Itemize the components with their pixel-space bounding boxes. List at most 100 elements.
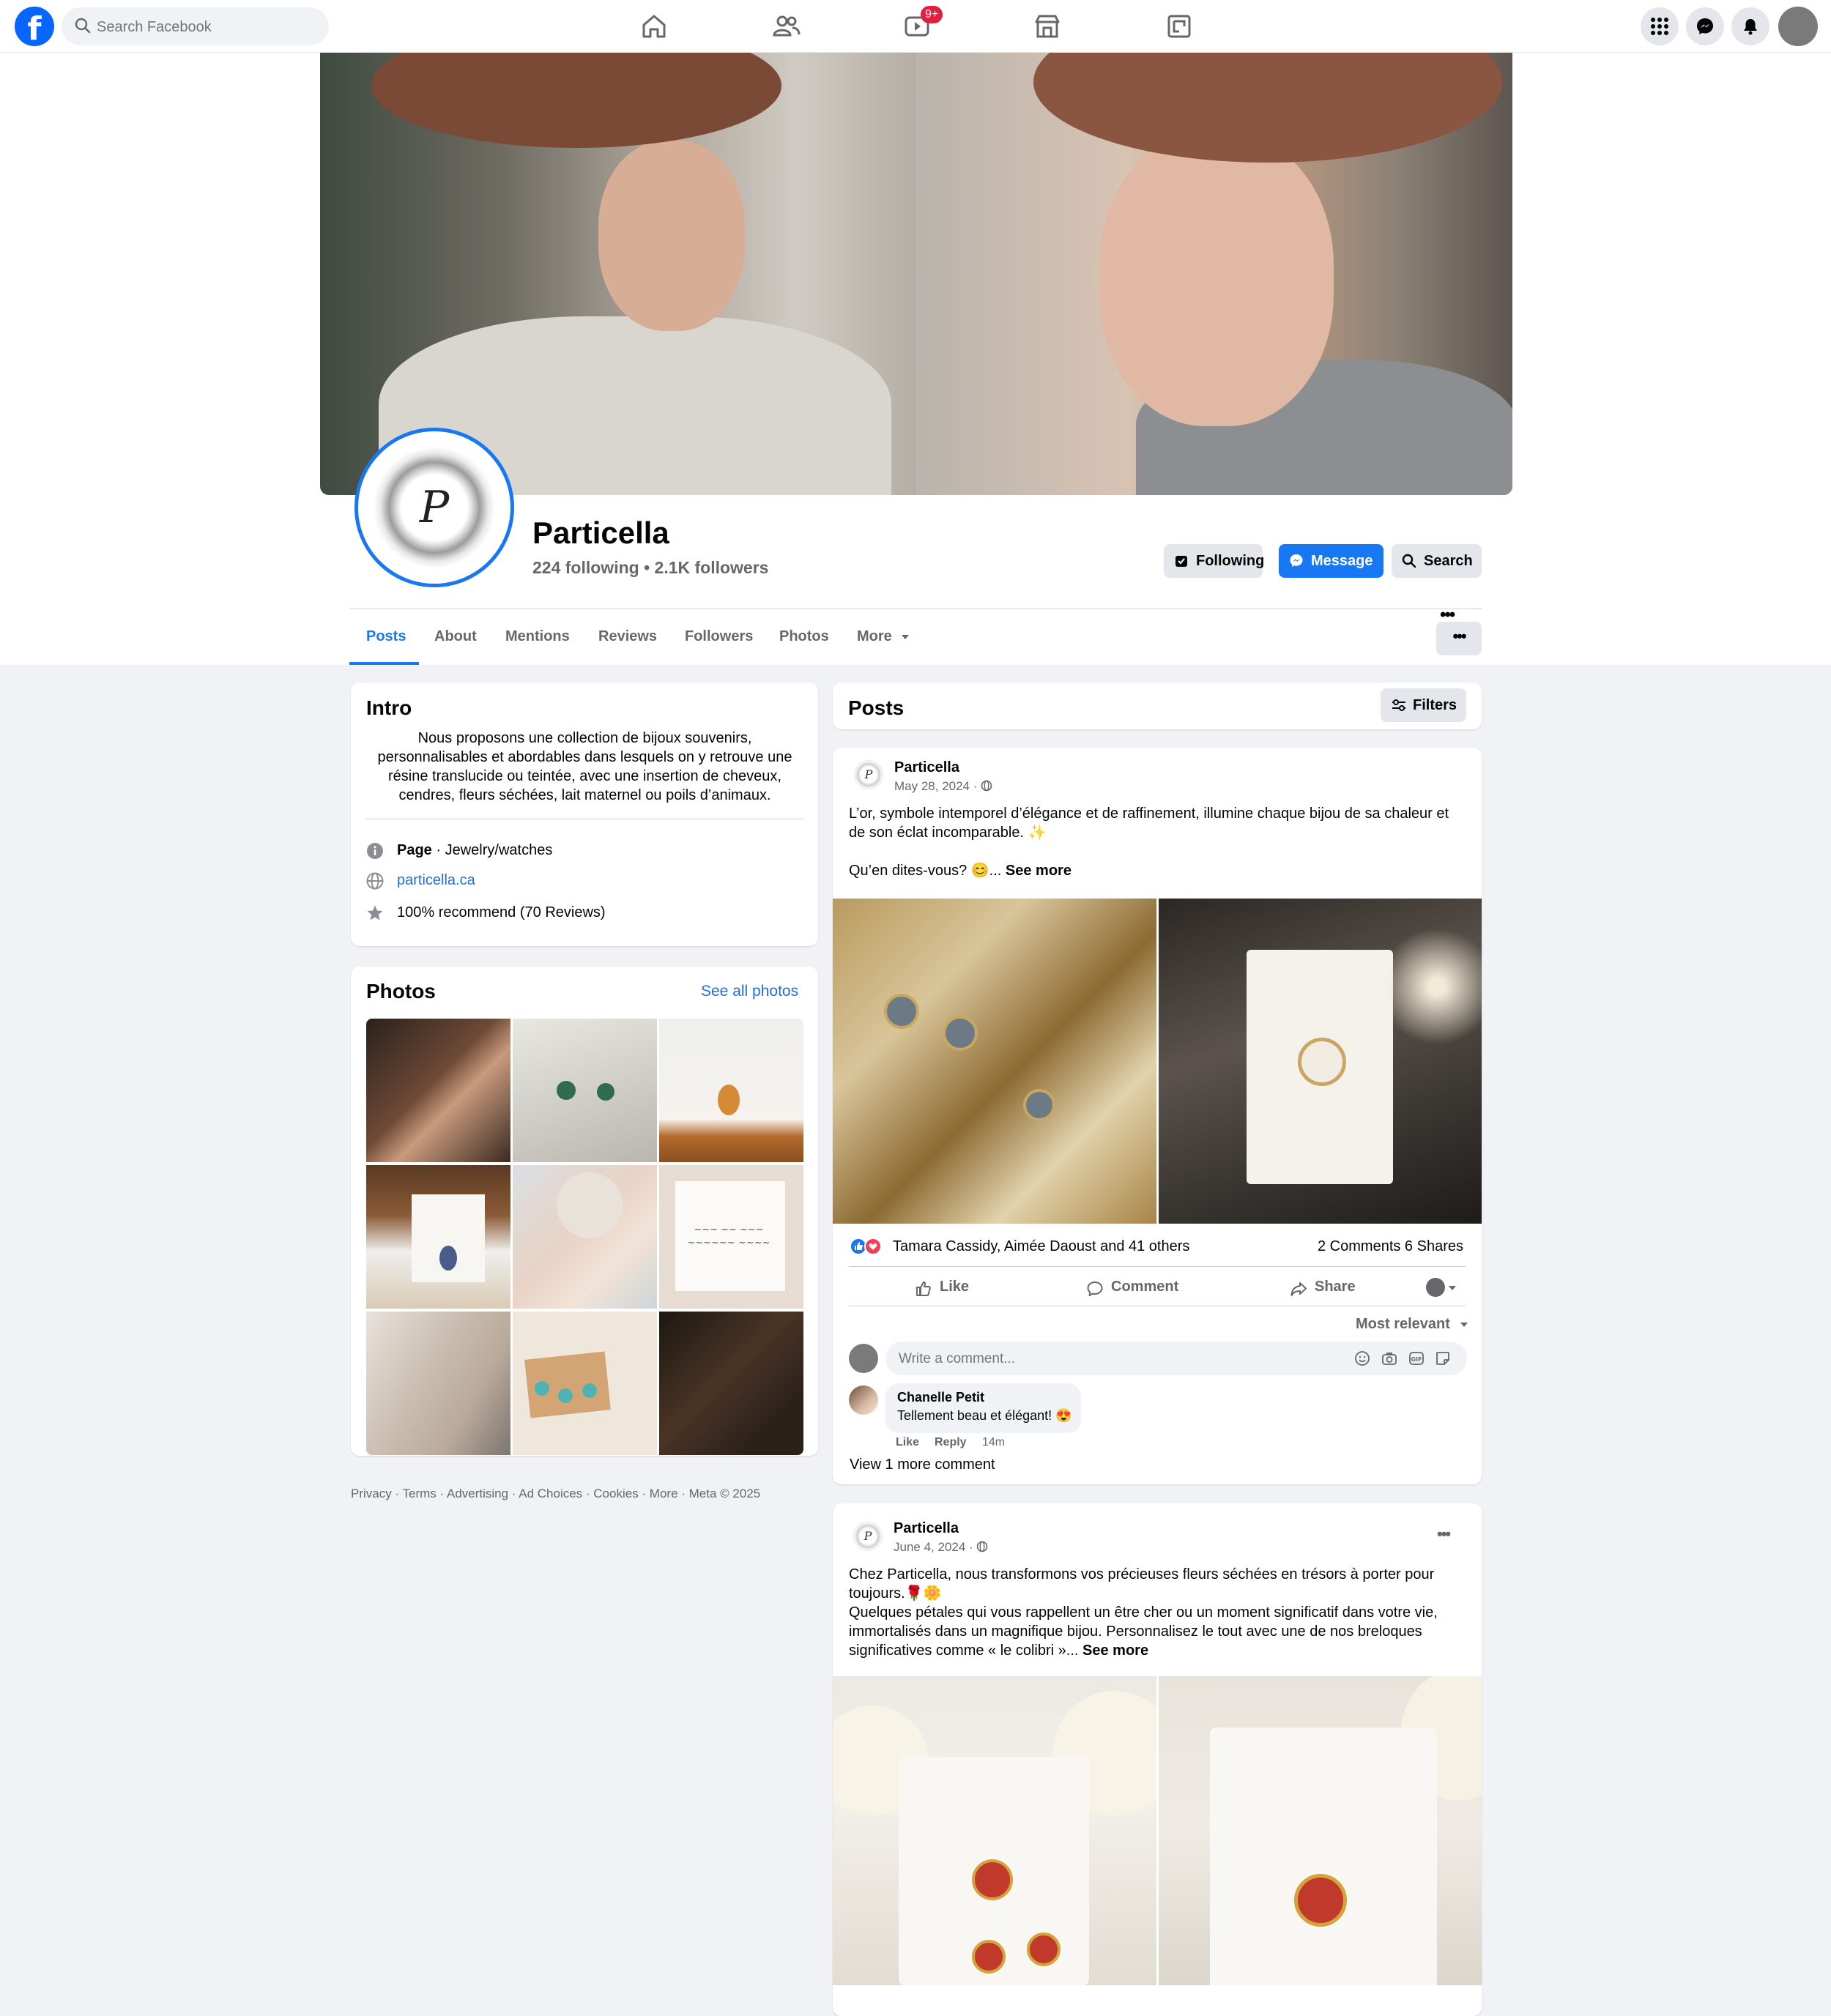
caret-down-icon (902, 635, 910, 639)
website-link[interactable]: particella.ca (397, 869, 475, 891)
post-author-name[interactable]: Particella (894, 1520, 959, 1537)
active-tab-indicator (349, 662, 419, 665)
post-author-name[interactable]: Particella (894, 759, 959, 776)
following-button[interactable]: Following (1164, 544, 1264, 578)
tab-about[interactable]: About (434, 628, 477, 645)
share-arrow-icon (1290, 1282, 1307, 1296)
posts-title: Posts (848, 696, 905, 719)
sticker-icon[interactable] (1435, 1350, 1451, 1366)
intro-title: Intro (366, 696, 412, 719)
cover-photo[interactable] (320, 53, 1512, 495)
emoji-icon[interactable] (1354, 1350, 1370, 1366)
post-options-button[interactable]: ••• (1437, 1525, 1451, 1544)
post-date[interactable]: May 28, 2024 · (894, 779, 992, 794)
page-name: Particella (532, 516, 669, 550)
tab-followers[interactable]: Followers (685, 628, 753, 645)
search-icon (1402, 554, 1416, 568)
camera-icon[interactable] (1381, 1350, 1397, 1366)
photo-thumbnail[interactable] (659, 1312, 803, 1455)
photo-thumbnail[interactable] (659, 1019, 803, 1162)
category-label: Page (397, 842, 432, 858)
post-image[interactable] (833, 1676, 1156, 1985)
tab-more[interactable]: More (857, 628, 910, 645)
search-input[interactable] (95, 7, 318, 47)
svg-text:GIF: GIF (1411, 1356, 1422, 1363)
footer-links[interactable]: Privacy · Terms · Advertising · Ad Choic… (351, 1487, 760, 1501)
photo-thumbnail[interactable] (513, 1165, 657, 1309)
marketplace-icon[interactable] (1031, 10, 1063, 42)
info-icon (367, 843, 383, 859)
avatar (1426, 1278, 1445, 1297)
view-more-comments-link[interactable]: View 1 more comment (850, 1457, 995, 1473)
following-icon (1176, 556, 1187, 567)
photo-grid: ~~~ ~~ ~~~ ~~~~~~ ~~~~ (366, 1019, 803, 1455)
post-author-avatar[interactable]: P (853, 1522, 883, 1551)
particella-logo: P (373, 446, 496, 569)
star-icon (367, 905, 383, 920)
account-avatar[interactable] (1778, 7, 1818, 46)
comment-text: Tellement beau et élégant! 😍 (897, 1408, 1072, 1423)
post-image[interactable] (1159, 1676, 1482, 1985)
comment-box[interactable]: GIF (885, 1342, 1467, 1377)
profile-picture[interactable]: P (354, 428, 514, 587)
see-more-link[interactable]: See more (1006, 863, 1072, 879)
comment-reply-link[interactable]: Reply (935, 1436, 967, 1449)
search-page-button[interactable]: Search (1392, 544, 1482, 578)
photo-thumbnail[interactable] (366, 1312, 510, 1455)
tab-posts[interactable]: Posts (366, 628, 406, 645)
comments-shares-count[interactable]: 2 Comments 6 Shares (1318, 1238, 1463, 1255)
menu-grid-icon[interactable] (1641, 7, 1679, 45)
see-all-photos-link[interactable]: See all photos (701, 983, 798, 1000)
following-count[interactable]: 224 following (532, 558, 639, 577)
search-icon (75, 18, 91, 34)
photo-thumbnail[interactable] (366, 1019, 510, 1162)
photos-title: Photos (366, 980, 436, 1003)
reaction-icons[interactable] (850, 1238, 888, 1255)
followers-count[interactable]: 2.1K followers (655, 558, 769, 577)
home-icon[interactable] (638, 10, 670, 42)
comment-author[interactable]: Chanelle Petit (897, 1390, 984, 1405)
comment-bubble-icon (1087, 1282, 1103, 1296)
reactions-summary[interactable]: Tamara Cassidy, Aimée Daoust and 41 othe… (893, 1238, 1189, 1255)
recommend-text[interactable]: 100% recommend (70 Reviews) (397, 901, 606, 923)
photo-thumbnail[interactable] (366, 1165, 510, 1309)
post-text: L’or, symbole intemporel d’élégance et d… (849, 806, 1449, 879)
gif-icon[interactable]: GIF (1408, 1350, 1425, 1366)
comment-bubble: Chanelle Petit Tellement beau et élégant… (885, 1383, 1081, 1433)
top-navigation-bar: f 9+ (0, 0, 1831, 53)
post-date[interactable]: June 4, 2024 · (894, 1540, 988, 1555)
post-image[interactable] (1159, 899, 1482, 1224)
caret-down-icon (1460, 1323, 1468, 1327)
photo-thumbnail[interactable] (513, 1312, 657, 1455)
commenter-avatar[interactable] (849, 1344, 878, 1373)
public-globe-icon (981, 780, 992, 792)
tab-reviews[interactable]: Reviews (598, 628, 657, 645)
filters-button[interactable]: Filters (1381, 688, 1466, 722)
tab-photos[interactable]: Photos (779, 628, 829, 645)
gaming-icon[interactable] (1163, 10, 1195, 42)
message-button[interactable]: Message (1279, 544, 1384, 578)
page-stats: 224 following • 2.1K followers (532, 558, 769, 577)
comment-time: 14m (982, 1436, 1006, 1448)
facebook-logo-icon[interactable]: f (15, 7, 54, 46)
post-as-selector[interactable] (1426, 1278, 1457, 1297)
comment-sort-dropdown[interactable]: Most relevant (1356, 1316, 1469, 1333)
commenter-avatar[interactable] (849, 1385, 878, 1415)
notifications-bell-icon[interactable] (1731, 7, 1769, 45)
see-more-link[interactable]: See more (1082, 1643, 1148, 1659)
messenger-icon[interactable] (1686, 7, 1724, 45)
photo-thumbnail[interactable] (513, 1019, 657, 1162)
video-notification-badge: 9+ (921, 6, 943, 23)
post-author-avatar[interactable]: P (854, 760, 883, 789)
comment-input[interactable] (897, 1342, 1325, 1377)
page-more-options-button[interactable]: ••• (1436, 622, 1482, 655)
friends-icon[interactable] (770, 10, 802, 42)
tab-mentions[interactable]: Mentions (505, 628, 570, 645)
search-box[interactable] (62, 7, 329, 47)
post-text: Chez Particella, nous transformons vos p… (849, 1566, 1438, 1659)
caret-down-icon (1449, 1286, 1456, 1290)
post-image[interactable] (833, 899, 1156, 1224)
photo-thumbnail[interactable]: ~~~ ~~ ~~~ ~~~~~~ ~~~~ (659, 1165, 803, 1309)
comment-like-link[interactable]: Like (896, 1436, 919, 1449)
globe-icon (366, 872, 384, 890)
